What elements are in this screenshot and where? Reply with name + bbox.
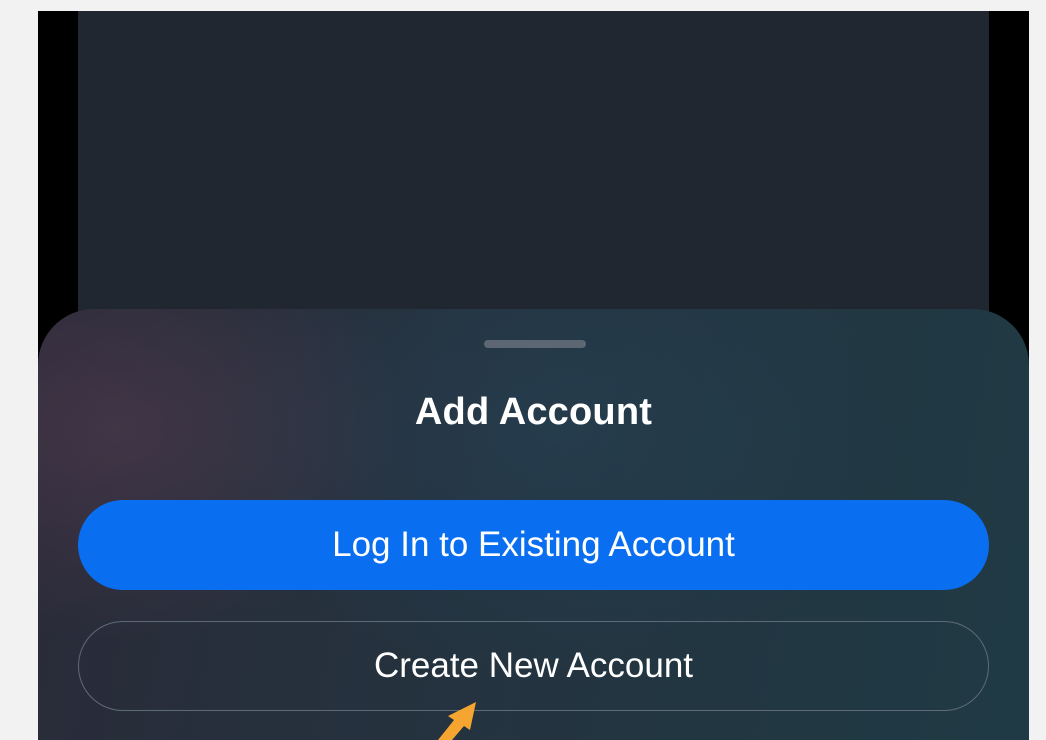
phone-screen: Add Account Log In to Existing Account C…	[38, 11, 1029, 740]
sheet-drag-handle[interactable]	[484, 340, 586, 348]
sheet-title: Add Account	[414, 391, 653, 433]
arrow-pointer-icon	[438, 702, 476, 740]
log-in-existing-account-button[interactable]: Log In to Existing Account	[78, 500, 989, 590]
add-account-bottom-sheet: Add Account Log In to Existing Account C…	[38, 309, 1029, 740]
create-new-account-button[interactable]: Create New Account	[78, 621, 989, 711]
